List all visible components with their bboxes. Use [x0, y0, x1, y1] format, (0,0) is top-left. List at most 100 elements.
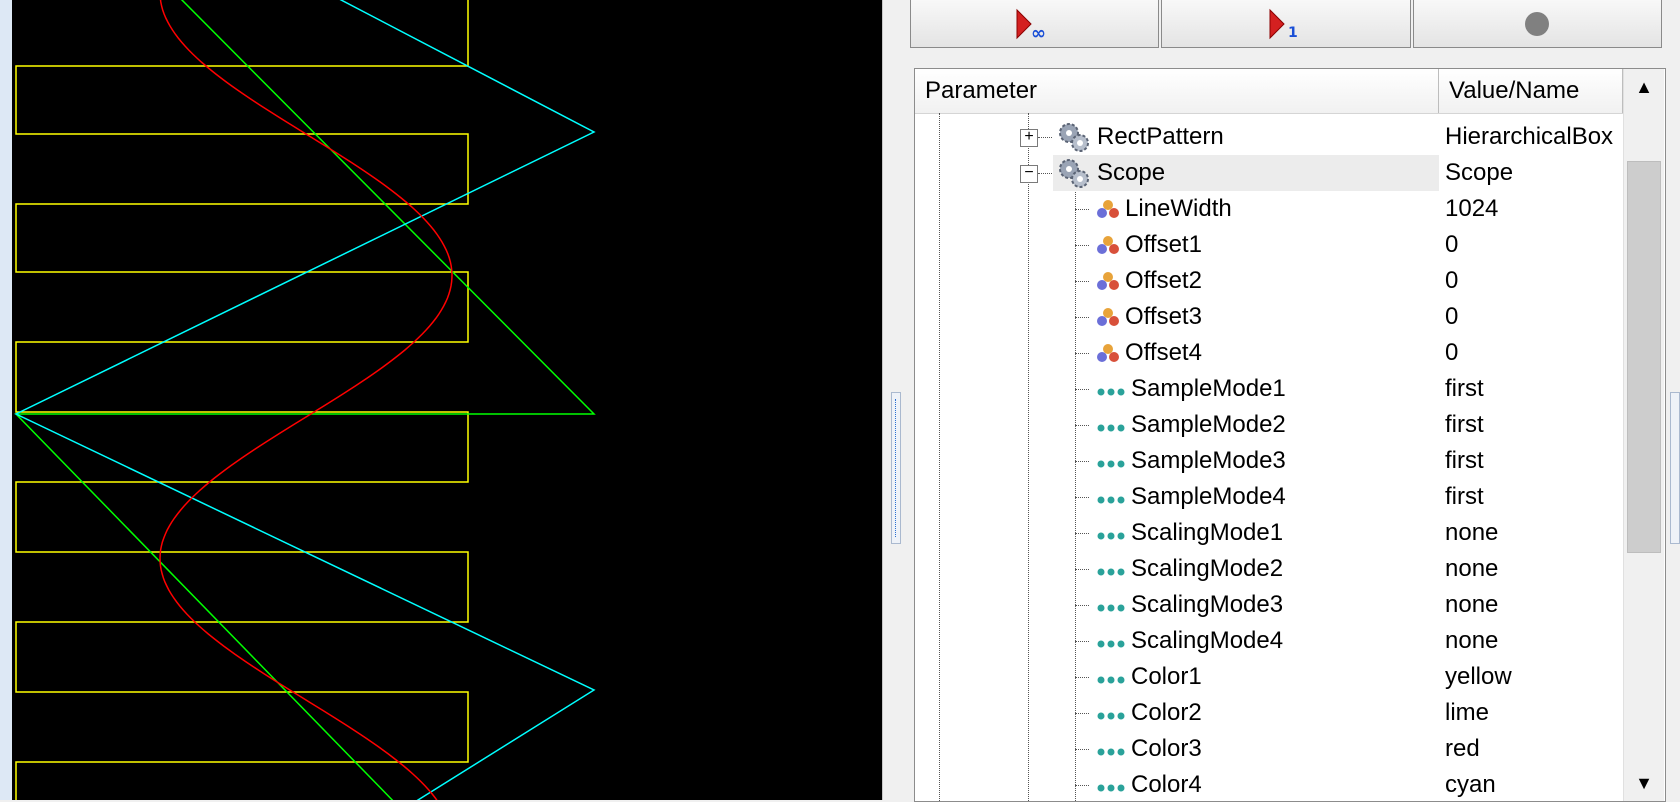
- enum-parameter-icon: [1097, 532, 1125, 540]
- parameter-value[interactable]: cyan: [1445, 767, 1496, 801]
- scroll-up-arrow-icon[interactable]: ▲: [1624, 69, 1664, 105]
- parameter-value[interactable]: yellow: [1445, 659, 1512, 695]
- tri-trace: [14, 0, 596, 800]
- parameter-column-header[interactable]: Parameter: [915, 69, 1439, 113]
- tree-branch: [1075, 533, 1089, 534]
- parameter-value[interactable]: 0: [1445, 299, 1458, 335]
- enum-parameter-icon: [1097, 676, 1125, 684]
- scope-display: [12, 0, 882, 800]
- run-once-button[interactable]: 1: [1161, 0, 1411, 48]
- tree-branch: [1075, 389, 1089, 390]
- tree-node-param[interactable]: SampleMode3 first: [915, 443, 1623, 479]
- enum-parameter-icon: [1097, 748, 1125, 756]
- tree-node-block[interactable]: + RectPattern HierarchicalBox: [915, 119, 1623, 155]
- tree-node-label: ScalingMode4: [1095, 623, 1283, 659]
- tree-branch: [1075, 353, 1089, 354]
- tree-node-label: SampleMode3: [1095, 443, 1286, 479]
- tree-node-param[interactable]: Offset1 0: [915, 227, 1623, 263]
- value-column-header[interactable]: Value/Name: [1439, 69, 1623, 113]
- tree-node-param[interactable]: ScalingMode3 none: [915, 587, 1623, 623]
- enum-parameter-icon: [1097, 496, 1125, 504]
- grid-header: Parameter Value/Name: [915, 69, 1623, 114]
- tree-node-label: Color4: [1095, 767, 1202, 801]
- run-continuous-button[interactable]: ∞: [910, 0, 1160, 48]
- tree-node-param[interactable]: LineWidth 1024: [915, 191, 1623, 227]
- parameter-name: SampleMode3: [1131, 447, 1286, 474]
- parameter-grid: Parameter Value/Name + RectPattern Hierarc…: [914, 68, 1666, 802]
- parameter-name: Color4: [1131, 771, 1202, 798]
- tree-branch: [1038, 173, 1052, 174]
- tree-node-param[interactable]: Offset3 0: [915, 299, 1623, 335]
- panel-splitter[interactable]: [882, 0, 909, 800]
- tree-branch: [1075, 245, 1089, 246]
- parameter-value[interactable]: none: [1445, 551, 1498, 587]
- parameter-value[interactable]: lime: [1445, 695, 1489, 731]
- parameter-name: ScalingMode2: [1131, 555, 1284, 582]
- stop-button[interactable]: [1412, 0, 1662, 48]
- parameter-value[interactable]: none: [1445, 623, 1498, 659]
- sine-trace: [159, 0, 453, 800]
- tree-node-param[interactable]: SampleMode1 first: [915, 371, 1623, 407]
- parameter-name: ScalingMode3: [1131, 591, 1284, 618]
- tree-node-param[interactable]: Color3 red: [915, 731, 1623, 767]
- scope-traces: [14, 0, 596, 800]
- tree-branch: [1075, 569, 1089, 570]
- parameter-value[interactable]: first: [1445, 479, 1484, 515]
- parameter-name: Offset1: [1125, 231, 1202, 258]
- splitter-grip[interactable]: [891, 392, 901, 544]
- tree-branch: [1038, 137, 1052, 138]
- parameter-name: SampleMode2: [1131, 411, 1286, 438]
- tree-branch: [1075, 497, 1089, 498]
- numeric-parameter-icon: [1097, 308, 1119, 326]
- parameter-value[interactable]: 0: [1445, 335, 1458, 371]
- scrollbar-thumb[interactable]: [1627, 161, 1661, 553]
- tree-node-label: RectPattern: [1055, 119, 1224, 155]
- expand-icon[interactable]: +: [1020, 129, 1038, 147]
- tree-node-block[interactable]: − Scope Scope: [915, 155, 1623, 191]
- parameter-name: RectPattern: [1097, 123, 1224, 150]
- parameter-value[interactable]: 0: [1445, 227, 1458, 263]
- enum-parameter-icon: [1097, 640, 1125, 648]
- parameter-value[interactable]: HierarchicalBox: [1445, 119, 1613, 155]
- tree-node-param[interactable]: ScalingMode2 none: [915, 551, 1623, 587]
- tree-branch: [1075, 317, 1089, 318]
- tree-node-param[interactable]: Color2 lime: [915, 695, 1623, 731]
- tree-node-label: LineWidth: [1095, 191, 1232, 227]
- tree-node-param[interactable]: Offset2 0: [915, 263, 1623, 299]
- tree-branch: [1075, 281, 1089, 282]
- enum-parameter-icon: [1097, 784, 1125, 792]
- run-once-icon: 1: [1269, 8, 1298, 41]
- tree-node-param[interactable]: SampleMode2 first: [915, 407, 1623, 443]
- right-splitter-grip[interactable]: [1670, 392, 1680, 544]
- parameter-name: LineWidth: [1125, 195, 1232, 222]
- tree-node-param[interactable]: SampleMode4 first: [915, 479, 1623, 515]
- parameter-value[interactable]: none: [1445, 587, 1498, 623]
- parameter-value[interactable]: red: [1445, 731, 1480, 767]
- tree-node-param[interactable]: ScalingMode1 none: [915, 515, 1623, 551]
- collapse-icon[interactable]: −: [1020, 165, 1038, 183]
- tree-node-label: Color2: [1095, 695, 1202, 731]
- tree-node-param[interactable]: Offset4 0: [915, 335, 1623, 371]
- tree-node-param[interactable]: Color4 cyan: [915, 767, 1623, 801]
- tree-node-label: ScalingMode1: [1095, 515, 1283, 551]
- stop-icon: [1525, 11, 1550, 36]
- parameter-name: SampleMode1: [1131, 375, 1286, 402]
- parameter-name: Offset3: [1125, 303, 1202, 330]
- scroll-down-arrow-icon[interactable]: ▼: [1624, 765, 1664, 801]
- parameter-value[interactable]: first: [1445, 443, 1484, 479]
- tree-node-label: Offset1: [1095, 227, 1202, 263]
- parameter-name: Scope: [1097, 159, 1166, 186]
- parameter-value[interactable]: first: [1445, 407, 1484, 443]
- tree-node-label: SampleMode1: [1095, 371, 1286, 407]
- parameter-value[interactable]: first: [1445, 371, 1484, 407]
- parameter-value[interactable]: 0: [1445, 263, 1458, 299]
- parameter-value[interactable]: Scope: [1445, 155, 1513, 191]
- parameter-value[interactable]: 1024: [1445, 191, 1498, 227]
- parameter-value[interactable]: none: [1445, 515, 1498, 551]
- tree-branch: [1075, 209, 1089, 210]
- tree-node-param[interactable]: ScalingMode4 none: [915, 623, 1623, 659]
- tree-node-label: Scope: [1055, 155, 1165, 191]
- vertical-scrollbar[interactable]: ▲ ▼: [1623, 69, 1664, 801]
- tree-node-param[interactable]: Color1 yellow: [915, 659, 1623, 695]
- tree-branch: [1075, 425, 1089, 426]
